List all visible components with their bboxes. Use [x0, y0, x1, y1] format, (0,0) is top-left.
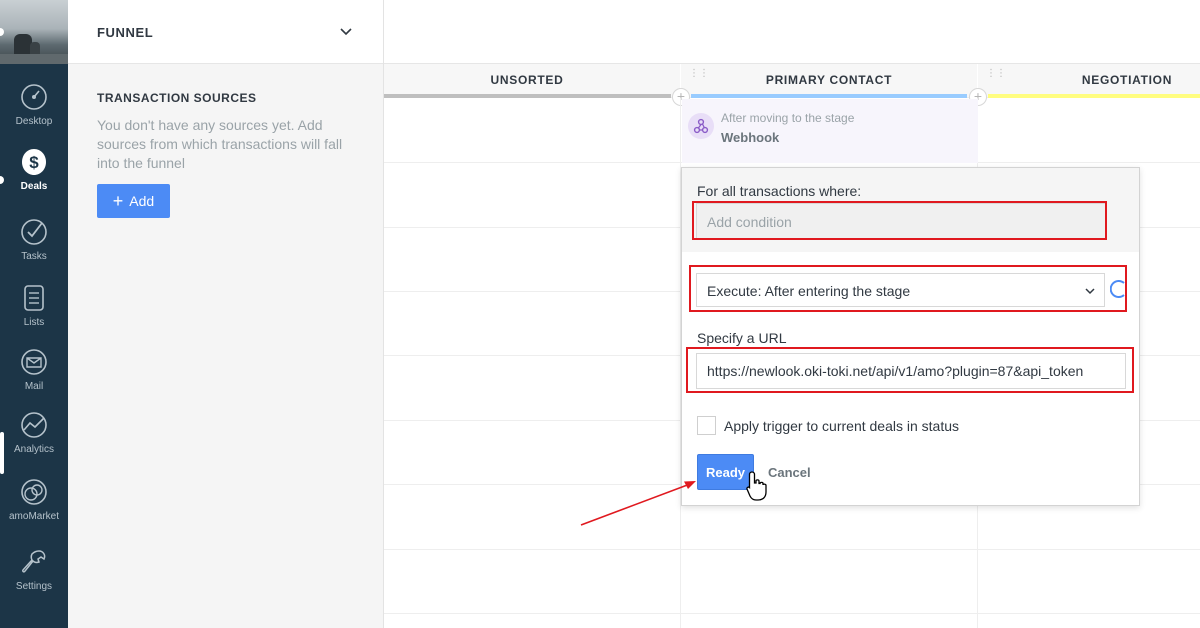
- hand-cursor-icon: [746, 471, 767, 501]
- nav-item-deals[interactable]: $ Deals: [0, 147, 68, 192]
- nav-label-desktop: Desktop: [15, 116, 53, 127]
- market-icon: [21, 479, 47, 505]
- add-source-label: Add: [129, 193, 155, 209]
- checkmark-icon: [21, 219, 47, 245]
- drag-handle-icon[interactable]: ⋮⋮: [986, 69, 1006, 86]
- svg-text:$: $: [29, 153, 39, 172]
- nav-label-lists: Lists: [23, 317, 45, 328]
- column-color-bar: [988, 94, 1200, 98]
- funnel-title: FUNNEL: [97, 25, 154, 40]
- annotation-box-execute: [689, 265, 1127, 312]
- webhook-trigger-condition: After moving to the stage: [721, 111, 855, 125]
- sources-title: TRANSACTION SOURCES: [97, 91, 257, 105]
- nav-label-analytics: Analytics: [13, 444, 54, 455]
- column-label-unsorted: UNSORTED: [490, 73, 564, 87]
- cancel-button[interactable]: Cancel: [768, 465, 811, 480]
- column-label-negotiation: NEGOTIATION: [1081, 73, 1173, 87]
- column-label-primary-contact: PRIMARY CONTACT: [765, 73, 893, 87]
- annotation-arrow-icon: [580, 481, 696, 526]
- funnel-header[interactable]: FUNNEL: [68, 0, 383, 64]
- annotation-box-url: [686, 347, 1134, 393]
- nav-item-amomarket[interactable]: amoMarket: [0, 477, 68, 522]
- column-color-bar: [384, 94, 671, 98]
- funnel-settings-panel: FUNNEL TRANSACTION SOURCES You don't hav…: [68, 0, 384, 628]
- nav-item-tasks[interactable]: Tasks: [0, 217, 68, 262]
- apply-trigger-checkbox[interactable]: [697, 416, 716, 435]
- main-nav: Desktop $ Deals Tasks Lists Mail Analyti…: [0, 0, 68, 628]
- speedometer-icon: [21, 84, 47, 110]
- nav-label-mail: Mail: [24, 381, 44, 392]
- nav-label-tasks: Tasks: [21, 251, 47, 262]
- annotation-box-condition: [692, 201, 1107, 240]
- nav-item-analytics[interactable]: Analytics: [0, 410, 68, 455]
- condition-label: For all transactions where:: [697, 183, 862, 199]
- nav-item-desktop[interactable]: Desktop: [0, 82, 68, 127]
- sources-empty-text: You don't have any sources yet. Add sour…: [97, 117, 343, 171]
- column-header-negotiation[interactable]: ⋮⋮ NEGOTIATION: [978, 64, 1200, 98]
- wrench-icon: [22, 550, 46, 573]
- nav-item-mail[interactable]: Mail: [0, 347, 68, 392]
- row-divider: [384, 549, 1200, 550]
- board-topbar: [384, 0, 1200, 64]
- nav-item-settings[interactable]: Settings: [0, 547, 68, 592]
- list-icon: [24, 285, 44, 311]
- add-source-button[interactable]: + Add: [97, 184, 170, 218]
- nav-label-settings: Settings: [15, 581, 53, 592]
- column-color-bar: [691, 94, 967, 98]
- row-divider: [384, 613, 1200, 614]
- url-label: Specify a URL: [697, 330, 787, 346]
- nav-label-deals: Deals: [20, 181, 48, 192]
- dollar-icon: $: [22, 149, 46, 175]
- nav-label-amomarket: amoMarket: [8, 511, 59, 522]
- column-header-primary-contact[interactable]: ⋮⋮ PRIMARY CONTACT: [681, 64, 977, 98]
- chevron-down-icon[interactable]: [340, 26, 352, 38]
- column-header-unsorted[interactable]: UNSORTED: [384, 64, 680, 98]
- apply-trigger-label: Apply trigger to current deals in status: [724, 418, 960, 434]
- nav-item-lists[interactable]: Lists: [0, 283, 68, 328]
- webhook-trigger-type: Webhook: [721, 130, 780, 145]
- mail-icon: [21, 349, 47, 375]
- webhook-icon: [688, 113, 714, 139]
- user-avatar-photo[interactable]: [0, 0, 68, 64]
- plus-icon: +: [112, 191, 124, 211]
- analytics-icon: [21, 412, 47, 438]
- webhook-trigger-card[interactable]: After moving to the stage Webhook: [682, 99, 978, 163]
